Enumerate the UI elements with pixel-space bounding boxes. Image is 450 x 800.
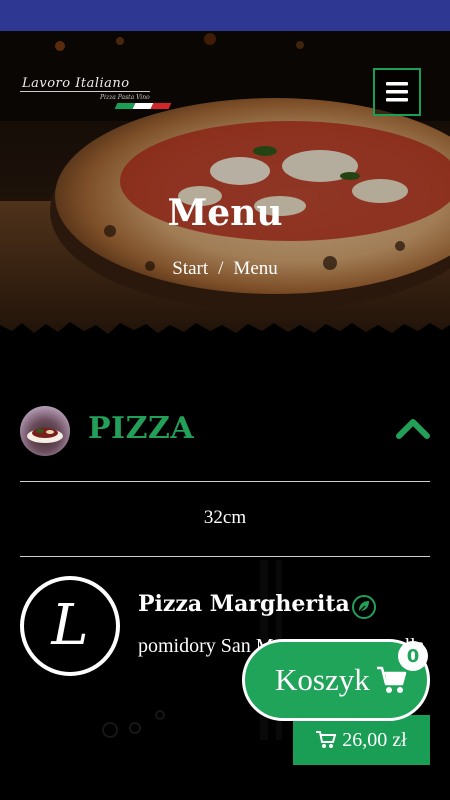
logo-underline bbox=[20, 91, 150, 92]
basket-label: Koszyk bbox=[275, 662, 370, 697]
hamburger-icon bbox=[386, 82, 408, 102]
logo-tagline: Pizza Pasta Vino bbox=[100, 94, 150, 101]
cart-icon bbox=[377, 666, 407, 693]
category-header-pizza[interactable]: PIZZA bbox=[20, 405, 430, 461]
divider bbox=[20, 481, 430, 482]
breadcrumb-start[interactable]: Start bbox=[172, 258, 208, 279]
breadcrumb: Start / Menu bbox=[0, 258, 450, 280]
brand-logo[interactable]: Lavoro Italiano Pizza Pasta Vino bbox=[20, 76, 172, 116]
cart-icon bbox=[316, 731, 337, 748]
torn-edge-divider bbox=[0, 322, 450, 345]
item-logo-letter: L bbox=[51, 593, 89, 658]
logo-name: Lavoro Italiano bbox=[22, 76, 130, 91]
hamburger-menu-button[interactable] bbox=[373, 68, 421, 116]
logo-flag bbox=[114, 103, 172, 109]
leaf-icon bbox=[352, 595, 376, 619]
size-label: 32cm bbox=[203, 507, 247, 528]
category-title: PIZZA bbox=[88, 411, 195, 446]
breadcrumb-current: Menu bbox=[233, 258, 278, 279]
add-to-cart-button[interactable]: 26,00 zł bbox=[293, 715, 430, 765]
basket-count-badge: 0 bbox=[398, 641, 428, 671]
breadcrumb-separator: / bbox=[218, 258, 224, 279]
item-image: L bbox=[20, 576, 120, 676]
item-price: 26,00 zł bbox=[342, 728, 407, 751]
pizza-thumbnail-image bbox=[27, 428, 63, 443]
category-thumbnail bbox=[20, 406, 70, 456]
flag-red bbox=[150, 103, 172, 109]
divider bbox=[20, 556, 430, 557]
item-image-inner: L bbox=[24, 580, 116, 672]
status-bar bbox=[0, 0, 450, 31]
item-name: Pizza Margherita bbox=[138, 591, 350, 617]
chevron-up-icon[interactable] bbox=[396, 417, 430, 439]
page-title: Menu bbox=[167, 192, 283, 234]
